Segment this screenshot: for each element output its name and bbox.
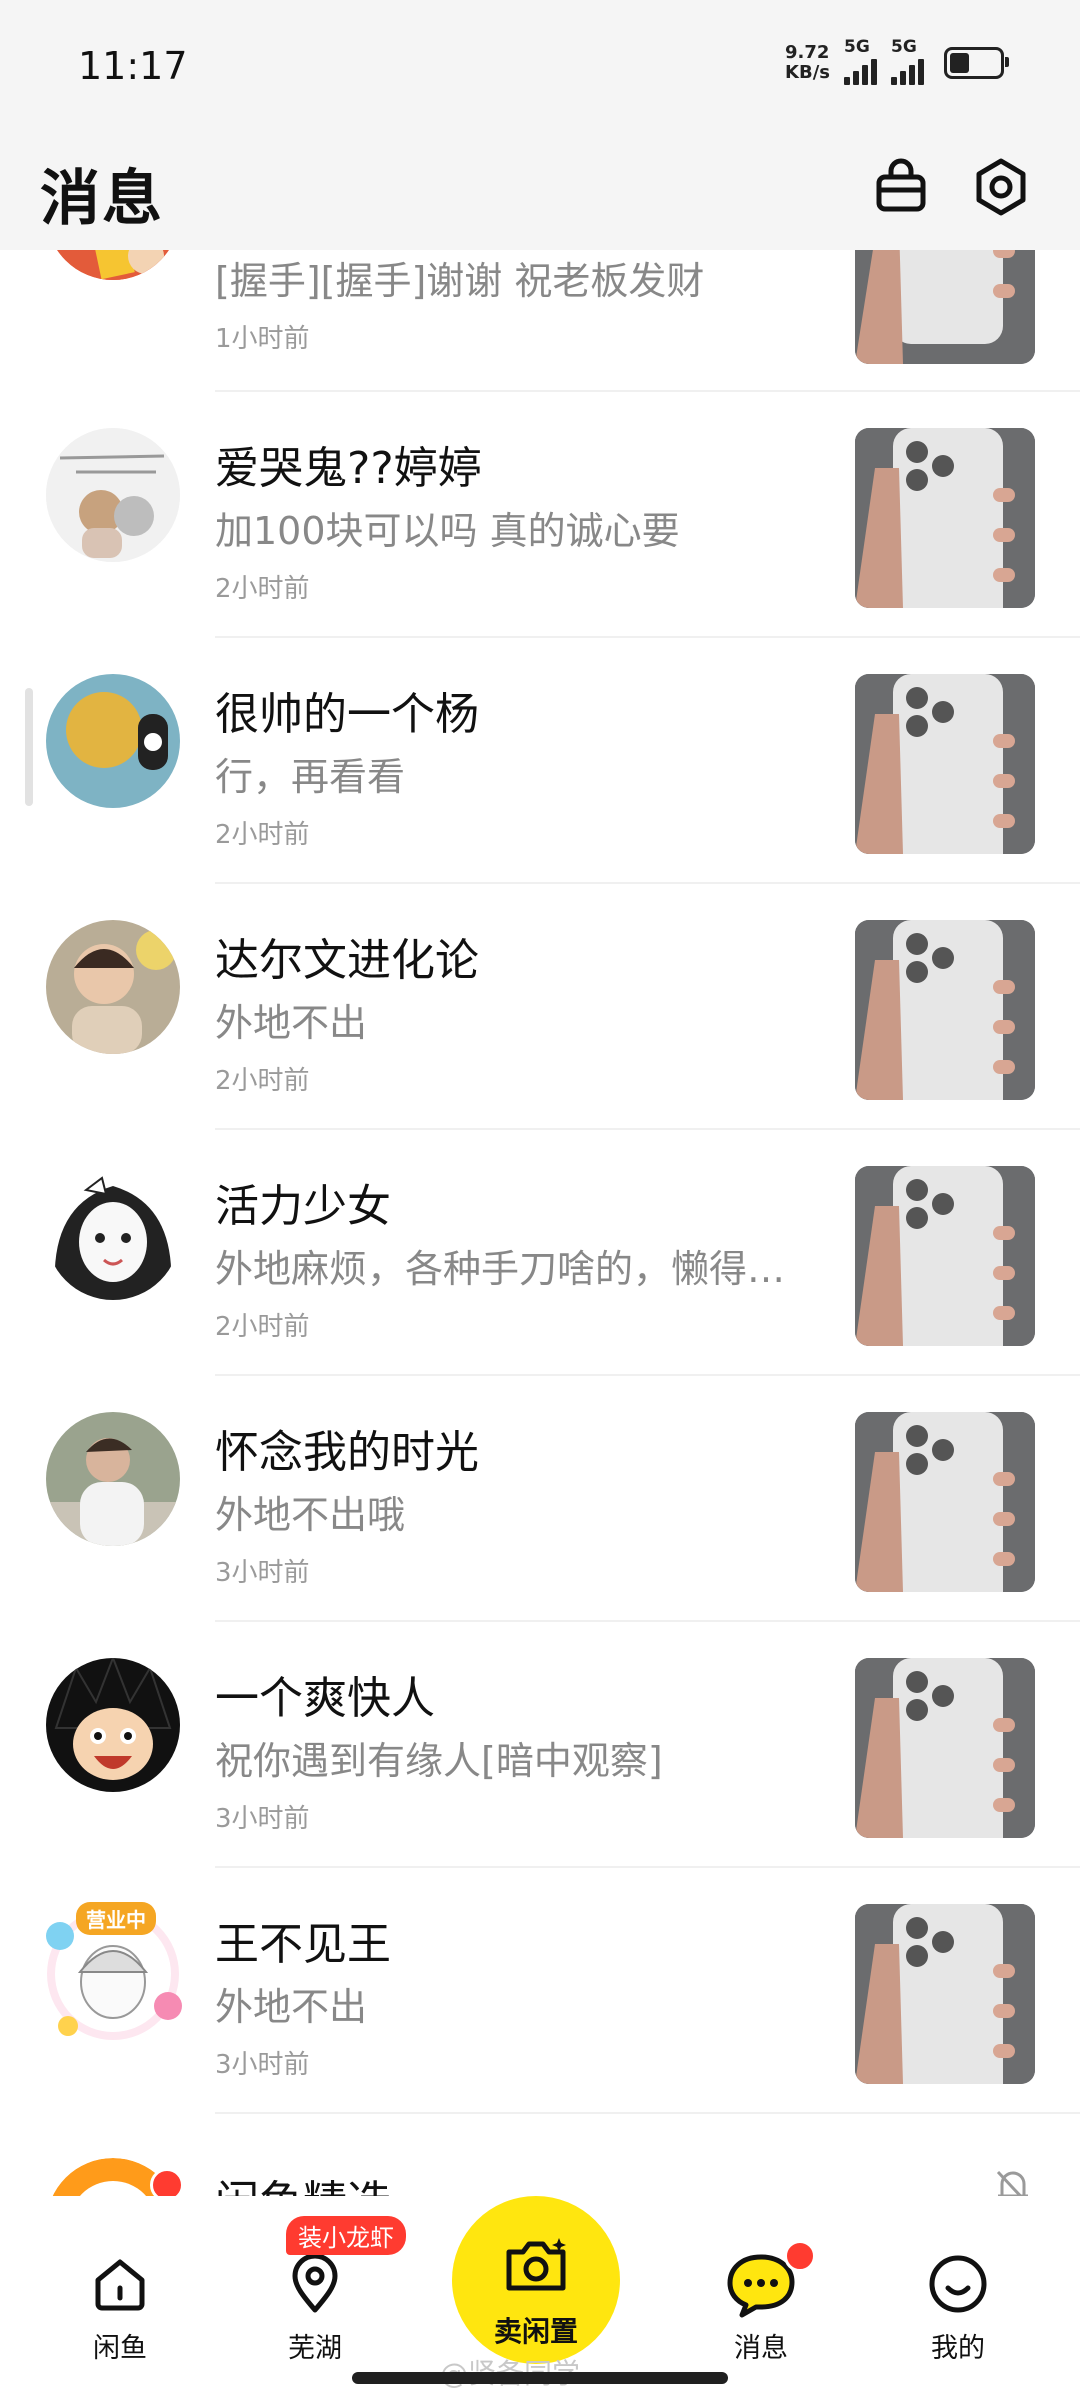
product-thumbnail (855, 1166, 1035, 1346)
scroll-indicator[interactable] (25, 688, 33, 806)
signal-icon: 5G (891, 37, 924, 85)
product-thumbnail (855, 428, 1035, 608)
network-speed: 9.72 KB/s (785, 42, 830, 83)
top-bar: 11:17 9.72 KB/s 5G 5G 消息 (0, 0, 1080, 250)
product-thumbnail (855, 1658, 1035, 1838)
status-icons: 9.72 KB/s 5G 5G (785, 37, 1009, 86)
nearby-badge: 装小龙虾 (286, 2216, 406, 2255)
conversation-row[interactable]: 活力少女 外地麻烦，各种手刀啥的，懒得… 2小时前 (0, 1130, 1080, 1376)
home-icon (55, 2244, 185, 2324)
product-thumbnail (855, 920, 1035, 1100)
avatar: 营业中 (46, 1902, 182, 2040)
conversation-list: [握手][握手]谢谢 祝老板发财 1小时前 爱哭鬼??婷婷 加100块可以吗 真… (0, 0, 1080, 2400)
avatar (46, 428, 180, 562)
avatar (46, 1412, 180, 1546)
nav-messages[interactable]: 消息 (696, 2240, 826, 2364)
conversation-row[interactable]: 爱哭鬼??婷婷 加100块可以吗 真的诚心要 2小时前 (0, 392, 1080, 638)
sell-button[interactable]: 卖闲置 (452, 2196, 620, 2364)
avatar (46, 920, 180, 1054)
battery-icon (944, 47, 1009, 79)
home-indicator[interactable] (352, 2372, 728, 2384)
signal-icon: 5G (844, 37, 877, 85)
bag-icon-graphic (876, 158, 926, 212)
avatar (46, 1658, 180, 1792)
conversation-row[interactable]: 营业中 王不见王 外地不出 3小时前 (0, 1868, 1080, 2114)
location-icon (250, 2244, 380, 2324)
product-thumbnail (855, 674, 1035, 854)
open-badge: 营业中 (76, 1902, 156, 1935)
nav-me[interactable]: 我的 (893, 2244, 1023, 2364)
product-thumbnail (855, 1412, 1035, 1592)
avatar (46, 674, 180, 808)
page-title: 消息 (40, 164, 164, 234)
conversation-row[interactable]: 一个爽快人 祝你遇到有缘人[暗中观察] 3小时前 (0, 1622, 1080, 1868)
status-time: 11:17 (78, 44, 188, 88)
avatar (46, 1166, 180, 1300)
conversation-row[interactable]: 怀念我的时光 外地不出哦 3小时前 (0, 1376, 1080, 1622)
bag-icon[interactable] (866, 152, 936, 222)
camera-icon (452, 2196, 620, 2304)
product-thumbnail (855, 1904, 1035, 2084)
nav-nearby[interactable]: 芜湖 装小龙虾 (250, 2216, 406, 2364)
conversation-row[interactable]: 很帅的一个杨 行，再看看 2小时前 (0, 638, 1080, 884)
settings-icon-graphic (976, 158, 1026, 216)
messages-unread-dot (784, 2240, 816, 2272)
conversation-row[interactable]: 达尔文进化论 外地不出 2小时前 (0, 884, 1080, 1130)
nav-home[interactable]: 闲鱼 (55, 2244, 185, 2364)
settings-icon[interactable] (966, 152, 1036, 222)
smile-icon (893, 2244, 1023, 2324)
